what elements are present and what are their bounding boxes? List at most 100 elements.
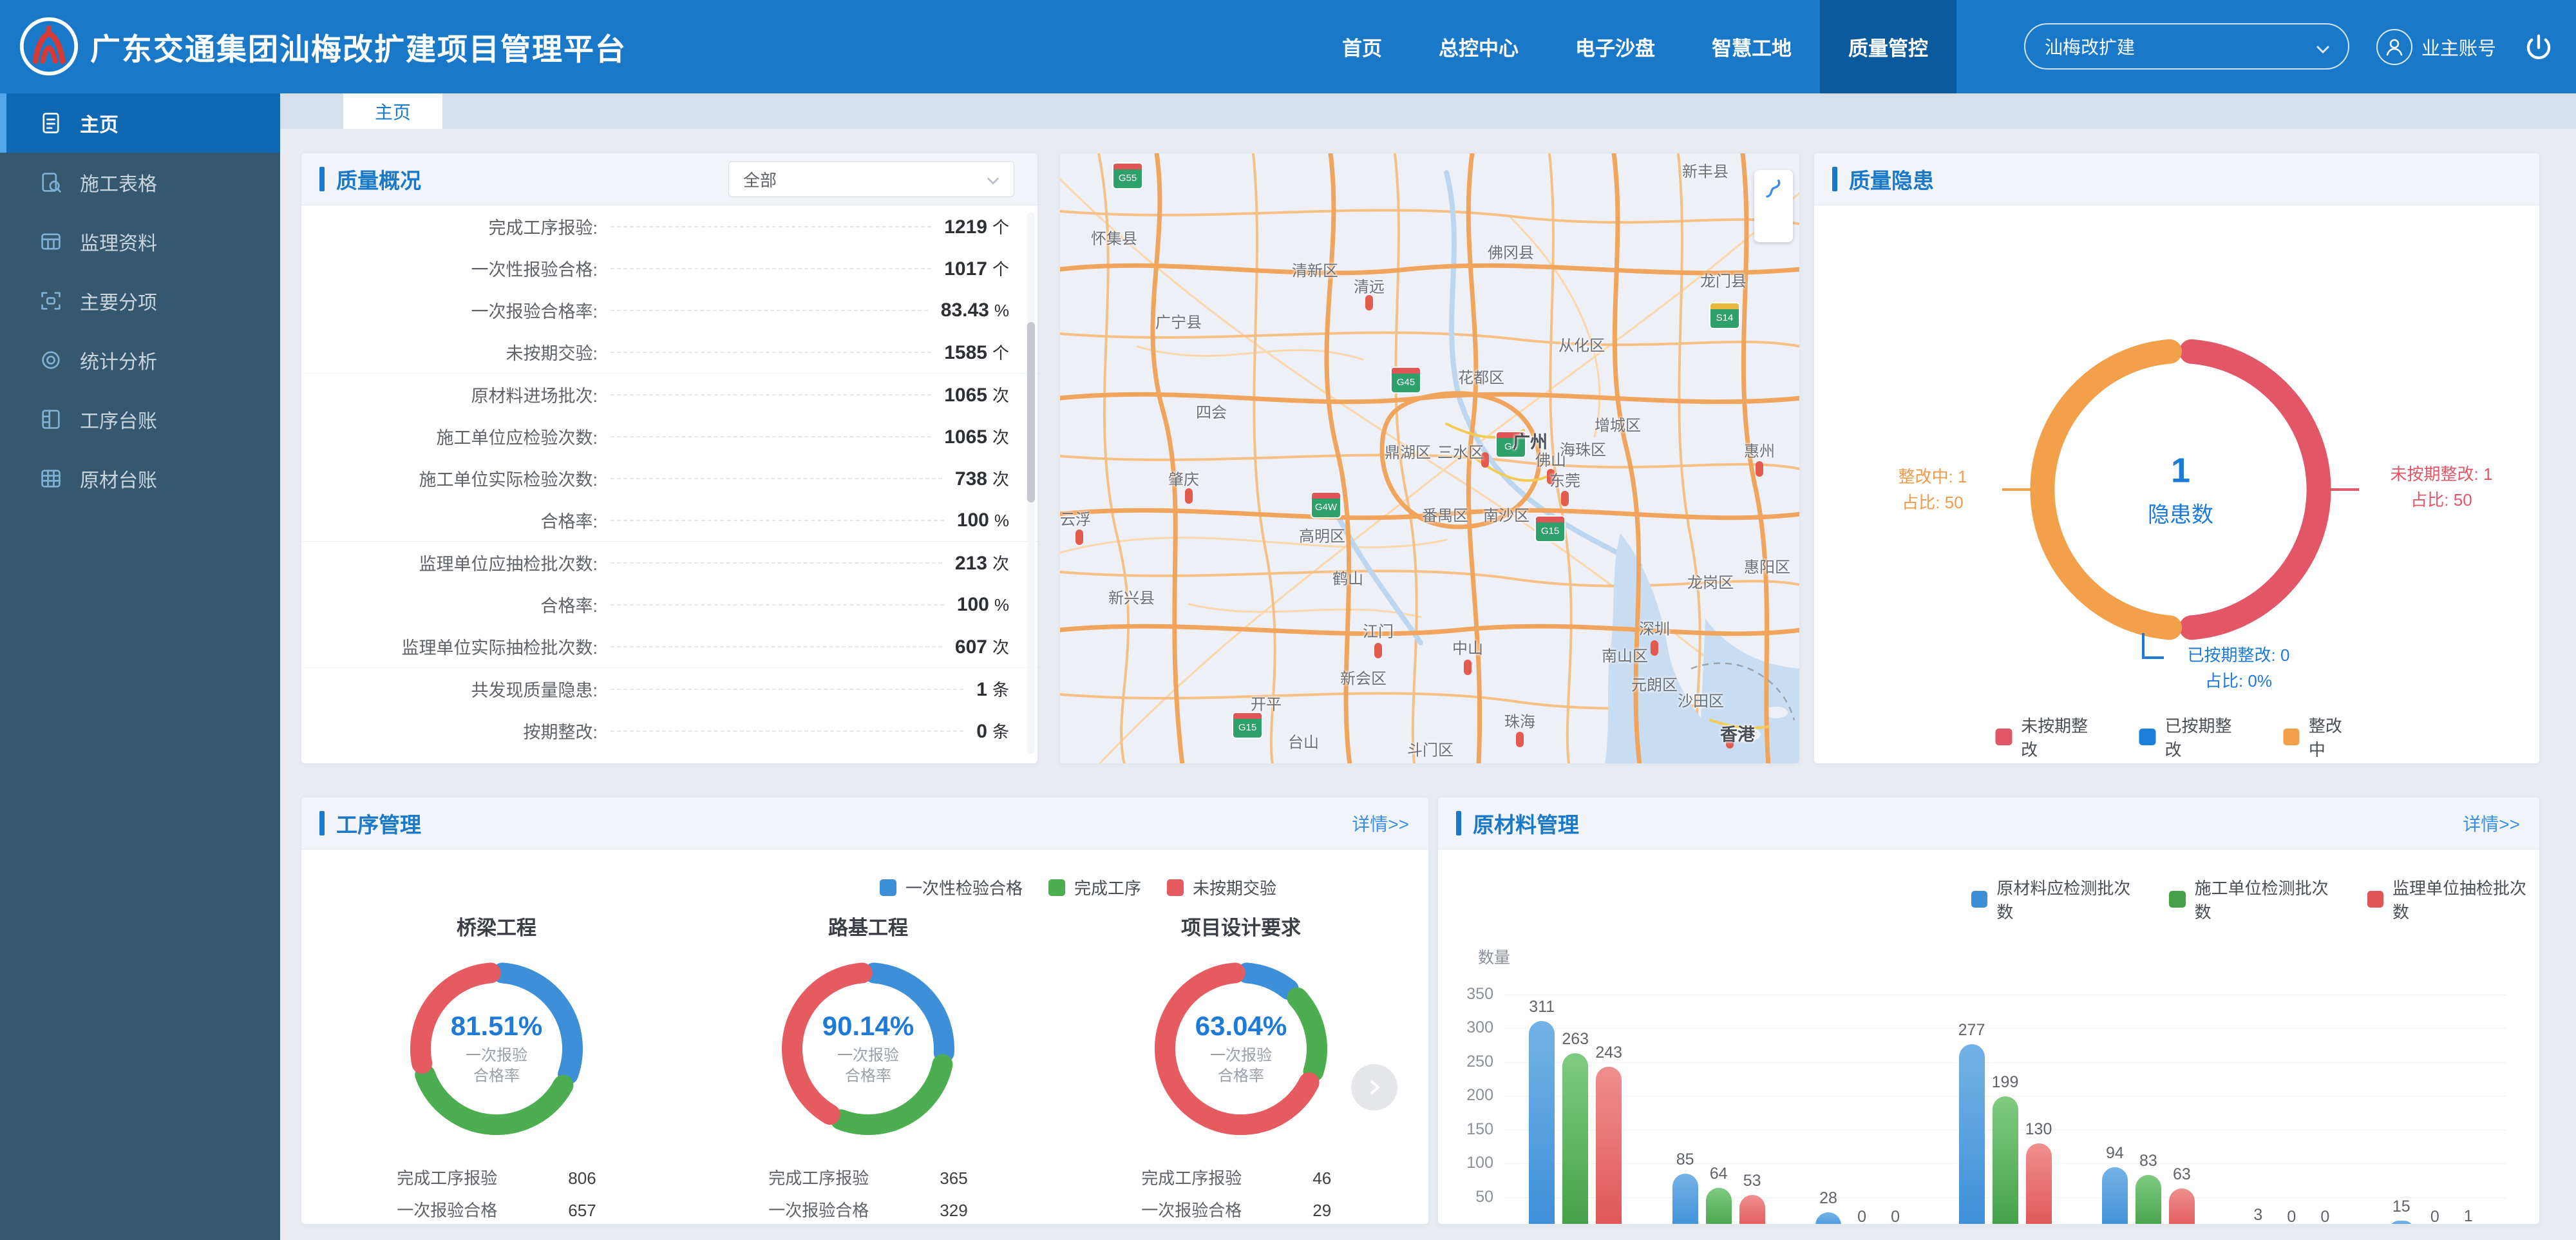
stat-row: 一次性报验合格: 1017个 <box>301 247 1037 289</box>
legend-item: 监理单位抽检批次数 <box>2367 875 2539 923</box>
map-layers-button[interactable] <box>1754 170 1793 242</box>
stat-label: 未按期整改: <box>327 760 598 764</box>
sidebar-item-stats-analysis[interactable]: 统计分析 <box>0 330 280 390</box>
stat-label: 合格率: <box>327 592 598 617</box>
map-place-label: 龙岗区 <box>1687 570 1734 593</box>
stat-label: 施工单位实际检验次数: <box>327 466 598 491</box>
stat-value: 1585个 <box>944 340 1009 364</box>
legend-item: 已按期整改 <box>2139 713 2247 761</box>
stat-label: 完成工序报验 <box>397 1162 551 1194</box>
map-place-label: 番禺区 <box>1422 503 1468 526</box>
chevron-down-icon <box>985 173 1001 189</box>
process-charts: 一次性检验合格完成工序未按期交验桥梁工程81.51%一次报验合格率完成工序报验8… <box>301 850 1428 1225</box>
hazard-callout-right: 未按期整改: 1占比: 50 <box>2391 461 2493 513</box>
stat-value: 607次 <box>955 634 1009 658</box>
y-tick-label: 300 <box>1442 1018 1493 1037</box>
highway-shield-icon: G4W <box>1311 491 1341 519</box>
scrollbar[interactable] <box>1027 213 1035 754</box>
map-pin-icon <box>1561 491 1569 506</box>
map-overlay: G55G45S14G4WG15G15G4新丰县怀集县清新区佛冈县清远龙门县广宁县… <box>1060 153 1800 764</box>
dotted-leader <box>611 730 963 732</box>
materials-panel: 原材料管理 详情>> 原材料应检测批次数施工单位检测批次数监理单位抽检批次数数量… <box>1437 797 2540 1225</box>
map-place-label: 南山区 <box>1602 644 1648 666</box>
map-place-label: 东莞 <box>1549 468 1580 491</box>
logout-button[interactable] <box>2522 31 2555 64</box>
filter-value: 全部 <box>743 167 777 191</box>
account-label: 业主账号 <box>2421 33 2496 61</box>
stat-value: 1065次 <box>944 383 1009 406</box>
account-menu[interactable]: 业主账号 <box>2376 0 2496 93</box>
stat-row: 施工单位应检验次数:1065次 <box>301 415 1037 457</box>
bar-原材料应检测批次数 <box>1529 1021 1555 1225</box>
donut-center-label: 一次报验合格率 <box>822 1045 914 1087</box>
bar-value-label: 0 <box>2286 1208 2363 1225</box>
scrollbar-thumb[interactable] <box>1027 322 1035 502</box>
y-tick-label: 350 <box>1442 985 1493 1004</box>
materials-detail-link[interactable]: 详情>> <box>2463 810 2520 836</box>
region-map[interactable]: G55G45S14G4WG15G15G4新丰县怀集县清新区佛冈县清远龙门县广宁县… <box>1059 153 1800 764</box>
dotted-leader <box>611 352 931 353</box>
sidebar-item-label: 监理资料 <box>80 227 157 256</box>
sidebar-item-home[interactable]: 主页 <box>0 93 280 153</box>
sidebar-item-construction-forms[interactable]: 施工表格 <box>0 153 280 212</box>
nav-item-sandbox[interactable]: 电子沙盘 <box>1547 0 1683 93</box>
stat-value: 657 <box>568 1194 596 1225</box>
dotted-leader <box>611 646 942 647</box>
stat-value: 213次 <box>955 551 1009 575</box>
bar-value-label: 63 <box>2143 1165 2221 1184</box>
highway-shield-icon: G15 <box>1535 515 1566 542</box>
brand-name: 广东交通集团 <box>90 24 279 69</box>
legend-item: 完成工序 <box>1048 875 1141 899</box>
scan-icon <box>39 289 63 313</box>
y-tick-label: 50 <box>1442 1188 1493 1207</box>
map-place-label: 肇庆 <box>1168 467 1199 490</box>
table-icon <box>39 466 63 491</box>
doc-search-icon <box>39 170 63 195</box>
stat-label: 一次报验合格 <box>768 1194 923 1225</box>
stat-label: 施工单位应检验次数: <box>327 424 598 449</box>
chevron-down-icon <box>2315 41 2331 58</box>
stat-label: 一次报验合格率: <box>327 298 598 323</box>
sidebar-item-material-ledger[interactable]: 原材台账 <box>0 449 280 508</box>
stat-label: 一次报验合格 <box>397 1194 551 1225</box>
carousel-next-button[interactable] <box>1351 1064 1397 1111</box>
dotted-leader <box>611 394 931 396</box>
nav-item-quality-control[interactable]: 质量管控 <box>1820 0 1956 93</box>
stat-label: 完成工序报验 <box>1141 1162 1296 1194</box>
process-management-panel: 工序管理 详情>> 一次性检验合格完成工序未按期交验桥梁工程81.51%一次报验… <box>301 797 1429 1225</box>
stat-row: 监理单位应抽检批次数:213次 <box>301 541 1037 584</box>
highway-shield-icon: G15 <box>1232 712 1263 739</box>
bar-施工单位检测批次数 <box>1993 1096 2018 1225</box>
stat-value: 1017个 <box>944 256 1009 280</box>
quality-overview-title: 质量概况 <box>336 164 421 195</box>
doc-icon <box>39 111 63 135</box>
process-detail-link[interactable]: 详情>> <box>1352 810 1409 836</box>
sidebar-item-process-ledger[interactable]: 工序台账 <box>0 390 280 449</box>
bar-施工单位检测批次数 <box>1706 1188 1732 1225</box>
stat-label: 完成工序报验 <box>768 1162 923 1194</box>
y-tick-label: 150 <box>1442 1120 1493 1139</box>
dotted-leader <box>611 436 931 437</box>
map-pin-icon <box>1516 732 1524 747</box>
stat-label: 原材料进场批次: <box>327 382 598 407</box>
nav-item-control-center[interactable]: 总控中心 <box>1410 0 1547 93</box>
nav-item-home[interactable]: 首页 <box>1314 0 1410 93</box>
stat-value: 0条 <box>976 719 1009 743</box>
map-place-label: 新会区 <box>1340 666 1387 689</box>
sidebar-item-label: 主要分项 <box>80 287 157 315</box>
stat-label: 一次性报验合格: <box>327 256 598 281</box>
map-place-label: 台山 <box>1288 730 1319 752</box>
sidebar-item-supervision-docs[interactable]: 监理资料 <box>0 212 280 271</box>
bar-value-label: 130 <box>2000 1120 2078 1139</box>
tab-home[interactable]: 主页 <box>343 93 442 129</box>
donut-title: 桥梁工程 <box>316 911 677 940</box>
quality-overview-filter-select[interactable]: 全部 <box>728 161 1014 197</box>
project-select[interactable]: 汕梅改扩建 <box>2024 23 2349 70</box>
nav-item-smart-site[interactable]: 智慧工地 <box>1683 0 1820 93</box>
project-select-value: 汕梅改扩建 <box>2045 33 2135 59</box>
hazard-legend: 未按期整改已按期整改整改中 <box>1996 713 2358 761</box>
process-legend: 一次性检验合格完成工序未按期交验 <box>880 875 1276 899</box>
stat-value: 738次 <box>955 466 1009 490</box>
sidebar-item-label: 工序台账 <box>80 405 157 434</box>
sidebar-item-main-subitems[interactable]: 主要分项 <box>0 271 280 330</box>
